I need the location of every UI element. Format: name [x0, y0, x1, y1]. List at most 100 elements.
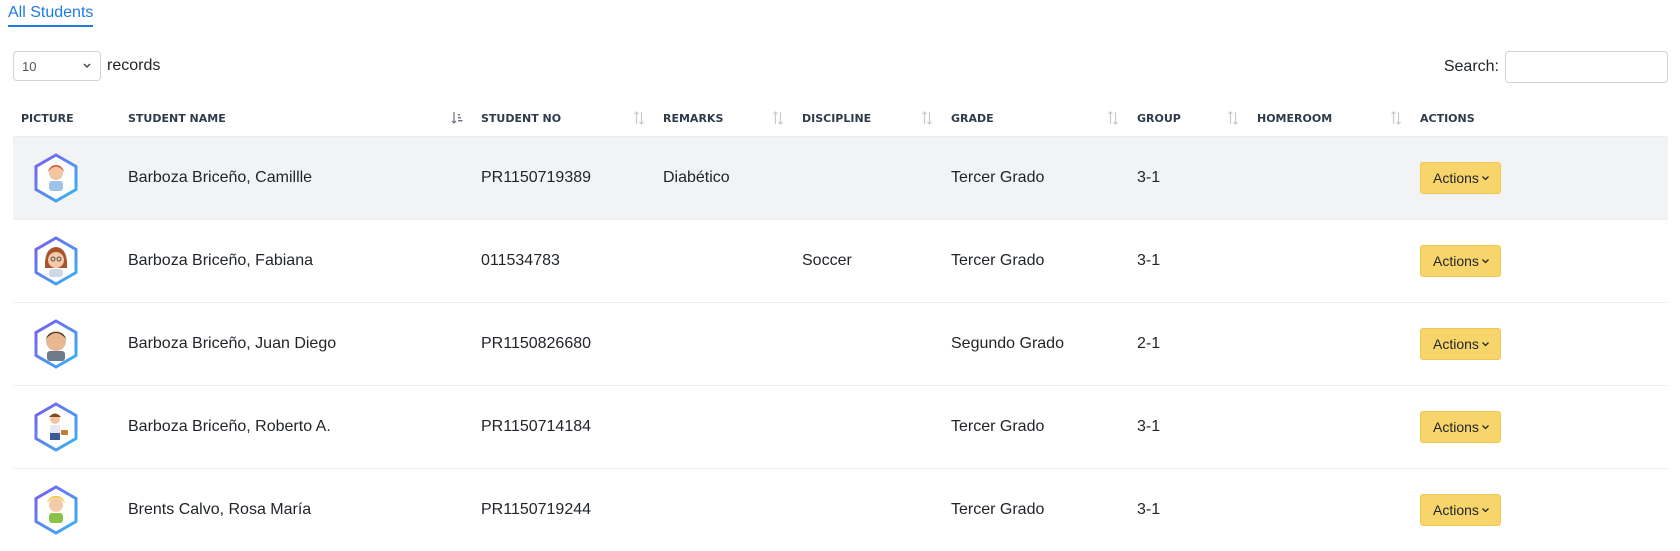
chevron-down-icon [1481, 422, 1490, 432]
records-label: records [107, 57, 160, 75]
student-avatar-icon [32, 402, 80, 452]
actions-cell: Actions [1412, 220, 1668, 303]
actions-cell: Actions [1412, 303, 1668, 386]
discipline-cell [794, 469, 943, 551]
homeroom-cell [1249, 386, 1412, 469]
sort-arrows-icon [1227, 111, 1239, 125]
student-no-cell: PR1150719244 [473, 469, 655, 551]
student-picture-cell [13, 303, 120, 386]
student-name-cell: Barboza Briceño, Juan Diego [120, 303, 473, 386]
records-length-control: 10 records [13, 51, 160, 81]
table-controls: 10 records Search: [13, 51, 1668, 83]
student-no-cell: PR1150714184 [473, 386, 655, 469]
discipline-cell: Soccer [794, 220, 943, 303]
column-header-discipline[interactable]: Discipline [794, 100, 943, 137]
actions-button-label: Actions [1433, 336, 1479, 352]
student-no-cell: PR1150826680 [473, 303, 655, 386]
student-avatar-icon [32, 236, 80, 286]
actions-button[interactable]: Actions [1420, 245, 1501, 277]
records-per-page-value: 10 [22, 59, 36, 74]
remarks-cell [655, 303, 794, 386]
sort-arrows-icon [921, 111, 933, 125]
students-table: Picture Student Name Student No Remarks [13, 100, 1668, 551]
table-row: Barboza Briceño, Camillle PR1150719389 D… [13, 137, 1668, 220]
column-header-actions: Actions [1412, 100, 1668, 137]
search-control: Search: [1444, 51, 1668, 83]
column-header-group[interactable]: Group [1129, 100, 1249, 137]
column-header-label: Remarks [663, 112, 723, 125]
sort-ascending-icon [451, 111, 463, 125]
table-row: Barboza Briceño, Fabiana 011534783 Socce… [13, 220, 1668, 303]
actions-button[interactable]: Actions [1420, 162, 1501, 194]
actions-button-label: Actions [1433, 502, 1479, 518]
sort-arrows-icon [1107, 111, 1119, 125]
column-header-label: Homeroom [1257, 112, 1332, 125]
remarks-cell [655, 386, 794, 469]
student-picture-cell [13, 469, 120, 551]
tab-bar: All Students [8, 4, 93, 27]
column-header-homeroom[interactable]: Homeroom [1249, 100, 1412, 137]
remarks-cell: Diabético [655, 137, 794, 220]
chevron-down-icon [1481, 339, 1490, 349]
student-no-cell: PR1150719389 [473, 137, 655, 220]
student-picture-cell [13, 220, 120, 303]
chevron-down-icon [1481, 256, 1490, 266]
homeroom-cell [1249, 469, 1412, 551]
homeroom-cell [1249, 220, 1412, 303]
homeroom-cell [1249, 303, 1412, 386]
column-header-picture: Picture [13, 100, 120, 137]
records-per-page-select[interactable]: 10 [13, 51, 101, 81]
group-cell: 3-1 [1129, 220, 1249, 303]
actions-cell: Actions [1412, 137, 1668, 220]
sort-arrows-icon [772, 111, 784, 125]
column-header-grade[interactable]: Grade [943, 100, 1129, 137]
student-no-cell: 011534783 [473, 220, 655, 303]
student-name-cell: Barboza Briceño, Fabiana [120, 220, 473, 303]
student-avatar-icon [32, 153, 80, 203]
column-header-remarks[interactable]: Remarks [655, 100, 794, 137]
column-header-label: Group [1137, 112, 1181, 125]
remarks-cell [655, 220, 794, 303]
discipline-cell [794, 137, 943, 220]
column-header-label: Student Name [128, 112, 226, 125]
sort-arrows-icon [1390, 111, 1402, 125]
group-cell: 3-1 [1129, 469, 1249, 551]
chevron-down-icon [1481, 505, 1490, 515]
search-label: Search: [1444, 58, 1499, 76]
discipline-cell [794, 303, 943, 386]
student-picture-cell [13, 137, 120, 220]
group-cell: 3-1 [1129, 137, 1249, 220]
search-input[interactable] [1505, 51, 1668, 83]
tab-all-students[interactable]: All Students [8, 4, 93, 27]
column-header-student-no[interactable]: Student No [473, 100, 655, 137]
group-cell: 3-1 [1129, 386, 1249, 469]
column-header-student-name[interactable]: Student Name [120, 100, 473, 137]
student-name-cell: Barboza Briceño, Roberto A. [120, 386, 473, 469]
grade-cell: Tercer Grado [943, 137, 1129, 220]
column-header-label: Grade [951, 112, 994, 125]
grade-cell: Tercer Grado [943, 220, 1129, 303]
grade-cell: Tercer Grado [943, 386, 1129, 469]
chevron-down-icon [1481, 173, 1490, 183]
table-row: Brents Calvo, Rosa María PR1150719244 Te… [13, 469, 1668, 551]
remarks-cell [655, 469, 794, 551]
actions-button-label: Actions [1433, 170, 1479, 186]
actions-button[interactable]: Actions [1420, 494, 1501, 526]
actions-cell: Actions [1412, 386, 1668, 469]
group-cell: 2-1 [1129, 303, 1249, 386]
actions-button[interactable]: Actions [1420, 411, 1501, 443]
table-header-row: Picture Student Name Student No Remarks [13, 100, 1668, 137]
discipline-cell [794, 386, 943, 469]
table-row: Barboza Briceño, Roberto A. PR1150714184… [13, 386, 1668, 469]
actions-button-label: Actions [1433, 419, 1479, 435]
actions-button-label: Actions [1433, 253, 1479, 269]
grade-cell: Segundo Grado [943, 303, 1129, 386]
table-row: Barboza Briceño, Juan Diego PR1150826680… [13, 303, 1668, 386]
grade-cell: Tercer Grado [943, 469, 1129, 551]
actions-cell: Actions [1412, 469, 1668, 551]
actions-button[interactable]: Actions [1420, 328, 1501, 360]
student-name-cell: Barboza Briceño, Camillle [120, 137, 473, 220]
student-avatar-icon [32, 485, 80, 535]
homeroom-cell [1249, 137, 1412, 220]
column-header-label: Student No [481, 112, 561, 125]
